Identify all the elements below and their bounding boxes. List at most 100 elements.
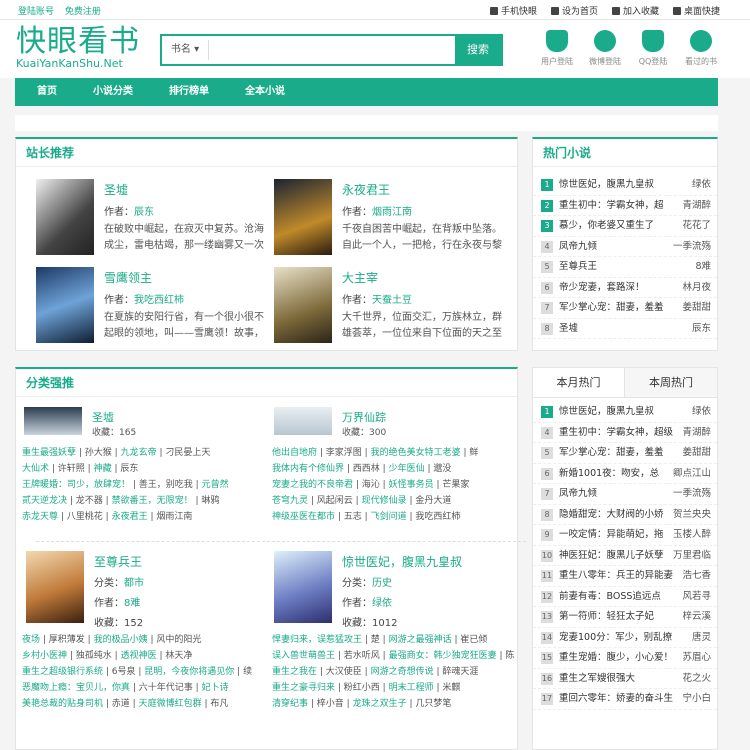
author-link[interactable]: 五志 bbox=[344, 512, 362, 522]
rank-item[interactable]: 10 神医狂妃：腹黑儿子妖孽 万里君临 bbox=[533, 546, 717, 566]
book-link[interactable]: 他出自地府 bbox=[272, 448, 317, 458]
book-link[interactable]: 重生最强妖孽 bbox=[22, 448, 76, 458]
book-card[interactable]: 圣墟 作者：辰东 在破败中崛起，在寂灭中复苏。沧海成尘，雷电枯竭，那一缕幽雾又一… bbox=[36, 179, 276, 259]
book-link[interactable]: 禁欲番王，无限宠！ bbox=[112, 496, 193, 506]
rank-item[interactable]: 13 第一符师：轻狂太子妃 梓云溪 bbox=[533, 607, 717, 628]
rank-title[interactable]: 帝少宠妻，套路深！ bbox=[559, 282, 645, 293]
book-link[interactable]: 网游之奇想传说 bbox=[371, 667, 434, 677]
book-link[interactable]: 透视神医 bbox=[121, 651, 157, 661]
rank-item[interactable]: 12 前妻有毒：BOSS追远点 风若寻 bbox=[533, 587, 717, 607]
book-link[interactable]: 赤龙天尊 bbox=[22, 512, 58, 522]
book-title[interactable]: 惊世医妃，腹黑九皇叔 bbox=[342, 553, 462, 570]
rank-author[interactable]: 浩七香 bbox=[682, 566, 711, 586]
book-cover[interactable] bbox=[274, 267, 332, 343]
rank-title[interactable]: 第一符师：轻狂太子妃 bbox=[559, 611, 654, 622]
rank-title[interactable]: 军少掌心宠：甜妻，羞羞 bbox=[559, 447, 664, 458]
author-link[interactable]: 孙大猴 bbox=[85, 448, 112, 458]
book-cover[interactable] bbox=[26, 551, 84, 623]
book-link[interactable]: 元曾然 bbox=[202, 480, 229, 490]
qq-login[interactable]: QQ登陆 bbox=[629, 30, 677, 67]
rank-title[interactable]: 宠妻100分：军少，别乱撩 bbox=[559, 632, 672, 643]
login-link[interactable]: 登陆账号 bbox=[18, 7, 54, 17]
book-link[interactable]: 王牌暖婚：司少，放肆宠！ bbox=[22, 480, 130, 490]
author-link[interactable]: 风中的阳光 bbox=[156, 635, 201, 645]
author-link[interactable]: 米麒 bbox=[442, 683, 460, 693]
author-link[interactable]: 烟雨江南 bbox=[156, 512, 192, 522]
book-link[interactable]: 神级巫医在都市 bbox=[272, 512, 335, 522]
rank-author[interactable]: 绿依 bbox=[692, 175, 711, 195]
rank-author[interactable]: 辰东 bbox=[692, 319, 711, 339]
author-link[interactable]: 独孤纯水 bbox=[76, 651, 112, 661]
book-link[interactable]: 夜场 bbox=[22, 635, 40, 645]
nav-home[interactable]: 首页 bbox=[37, 78, 57, 106]
book-card[interactable]: 至尊兵王 分类：都市 作者：8难 收藏：152 bbox=[26, 551, 266, 631]
book-link[interactable]: 九龙玄帝 bbox=[121, 448, 157, 458]
rank-item[interactable]: 17 重回六零年：娇妻的奋斗生 宁小白 bbox=[533, 689, 717, 710]
book-link[interactable]: 重生之超级银行系统 bbox=[22, 667, 103, 677]
book-card[interactable]: 大主宰 作者：天蚕土豆 大千世界，位面交汇，万族林立，群雄荟萃，一位位来自下位面… bbox=[274, 267, 514, 347]
history[interactable]: 看过的书 bbox=[677, 30, 725, 67]
rank-title[interactable]: 隐婚甜宠：大财阀的小娇 bbox=[559, 509, 664, 520]
book-title[interactable]: 雪鹰领主 bbox=[104, 269, 152, 286]
rank-item[interactable]: 6 新婚1001夜：吻安，总 卿点江山 bbox=[533, 464, 717, 484]
author-link[interactable]: 西西林 bbox=[353, 464, 380, 474]
rank-author[interactable]: 花之火 bbox=[682, 669, 711, 689]
book-title[interactable]: 永夜君王 bbox=[342, 181, 390, 198]
rank-author[interactable]: 青湖醉 bbox=[682, 196, 711, 216]
nav-rankings[interactable]: 排行榜单 bbox=[169, 78, 209, 106]
author-link[interactable]: 善王，别吃我 bbox=[139, 480, 193, 490]
book-title[interactable]: 圣墟 bbox=[92, 409, 114, 425]
author-link[interactable]: 布凡 bbox=[210, 699, 228, 709]
author-link[interactable]: 厚积薄发 bbox=[49, 635, 85, 645]
rank-title[interactable]: 前妻有毒：BOSS追远点 bbox=[559, 591, 661, 602]
book-link[interactable]: 现代修仙录 bbox=[362, 496, 407, 506]
rank-title[interactable]: 重回六零年：娇妻的奋斗生 bbox=[559, 693, 673, 704]
rank-title[interactable]: 重生宠婚：腹少，小心爱！ bbox=[559, 652, 673, 663]
book-link[interactable]: 昆明，今夜你将遇见你 bbox=[144, 667, 234, 677]
rank-title[interactable]: 一咬定情：异能萌妃，拖 bbox=[559, 529, 664, 540]
book-link[interactable]: 恶魔吻上瘾：宝贝儿，你真 bbox=[22, 683, 130, 693]
book-cover[interactable] bbox=[274, 179, 332, 255]
book-link[interactable]: 贰天逆龙决 bbox=[22, 496, 67, 506]
author-link[interactable]: 楚 bbox=[371, 635, 380, 645]
author-link[interactable]: 陈 bbox=[505, 651, 514, 661]
rank-author[interactable]: 花花了 bbox=[682, 216, 711, 236]
rank-item[interactable]: 3 慕少，你老婆又重生了 花花了 bbox=[533, 216, 717, 237]
author-link[interactable]: 我吃西红柿 bbox=[415, 512, 460, 522]
author-link[interactable]: 八里桃花 bbox=[67, 512, 103, 522]
book-link[interactable]: 妖怪事务员 bbox=[389, 480, 434, 490]
rank-item[interactable]: 16 重生之军嫂很强大 花之火 bbox=[533, 669, 717, 689]
rank-author[interactable]: 姜甜甜 bbox=[682, 443, 711, 463]
book-cover[interactable] bbox=[36, 179, 94, 255]
rank-title[interactable]: 重生之军嫂很强大 bbox=[559, 673, 635, 684]
rank-title[interactable]: 重生初中：学霸女神，超 bbox=[559, 200, 664, 211]
book-link[interactable]: 飞剑问道 bbox=[371, 512, 407, 522]
rank-author[interactable]: 梓云溪 bbox=[682, 607, 711, 627]
site-logo[interactable]: 快眼看书 KuaiYanKanShu.Net bbox=[16, 26, 140, 70]
book-link[interactable]: 宠妻之我的不良帝君 bbox=[272, 480, 353, 490]
desktop-shortcut-link[interactable]: 桌面快捷 bbox=[672, 4, 720, 17]
author-link[interactable]: 芒果家 bbox=[442, 480, 469, 490]
rank-item[interactable]: 6 帝少宠妻，套路深！ 林月夜 bbox=[533, 278, 717, 298]
book-title[interactable]: 万界仙踪 bbox=[342, 409, 386, 425]
rank-item[interactable]: 5 军少掌心宠：甜妻，羞羞 姜甜甜 bbox=[533, 443, 717, 464]
rank-item[interactable]: 2 重生初中：学霸女神，超 青湖醉 bbox=[533, 196, 717, 216]
rank-author[interactable]: 风若寻 bbox=[682, 587, 711, 607]
rank-author[interactable]: 宁小白 bbox=[682, 689, 711, 709]
author-link[interactable]: 龙不器 bbox=[76, 496, 103, 506]
rank-title[interactable]: 凤帝九倾 bbox=[559, 488, 597, 499]
book-link[interactable]: 误入兽世萌兽王 bbox=[272, 651, 335, 661]
rank-title[interactable]: 军少掌心宠：甜妻，羞羞 bbox=[559, 302, 664, 313]
author-link[interactable]: 许轩照 bbox=[58, 464, 85, 474]
book-card[interactable]: 永夜君王 作者：烟雨江南 千夜自困苦中崛起，在背叛中坠落。自此一个人，一把枪，行… bbox=[274, 179, 514, 259]
book-category[interactable]: 历史 bbox=[372, 578, 392, 589]
tab-monthly[interactable]: 本月热门 bbox=[533, 368, 625, 397]
rank-item[interactable]: 1 惊世医妃，腹黑九皇叔 绿依 bbox=[533, 175, 717, 196]
search-input[interactable] bbox=[208, 40, 454, 60]
rank-title[interactable]: 圣墟 bbox=[559, 323, 578, 334]
book-card[interactable]: 雪鹰领主 作者：我吃西红柿 在夏族的安阳行省，有一个很小很不起眼的领地，叫——雪… bbox=[36, 267, 276, 347]
rank-author[interactable]: 万里君临 bbox=[673, 546, 711, 566]
book-cover[interactable] bbox=[24, 407, 82, 435]
book-link[interactable]: 乡村小医神 bbox=[22, 651, 67, 661]
book-link[interactable]: 龙珠之双生子 bbox=[353, 699, 407, 709]
